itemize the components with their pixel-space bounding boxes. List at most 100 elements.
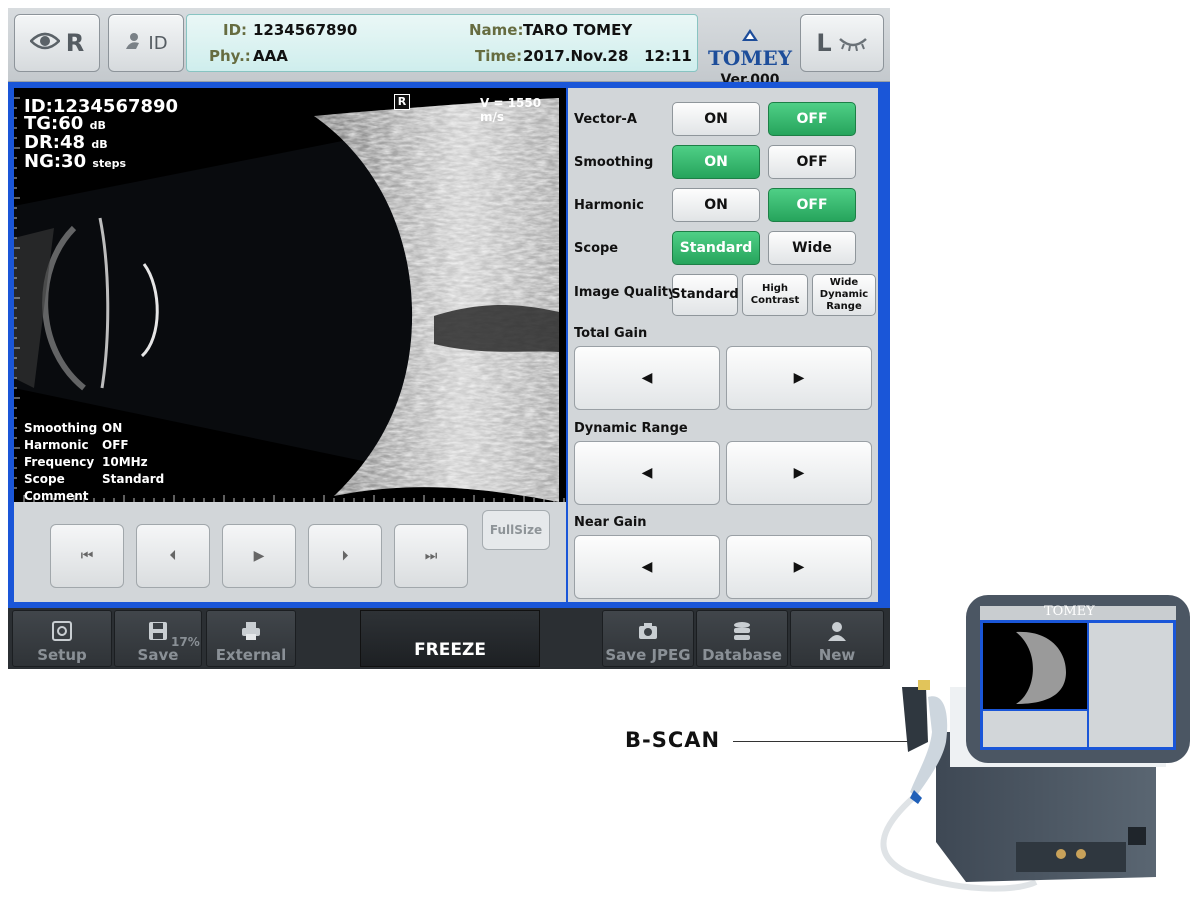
eye-marker: R — [394, 94, 410, 110]
step-forward-icon: ⏵ — [341, 548, 349, 564]
tg-label: TG: — [24, 113, 59, 134]
printer-icon — [242, 622, 260, 640]
left-eye-button[interactable]: L — [800, 14, 884, 72]
harmonic-off-button[interactable]: OFF — [768, 188, 856, 222]
dynamic-range-decrease-button[interactable]: ◀ — [574, 441, 720, 505]
right-eye-button[interactable]: R — [14, 14, 100, 72]
smoothing-on-button[interactable]: ON — [672, 145, 760, 179]
settings-row: Harmonic OFF — [24, 438, 129, 452]
time-label: Time: — [475, 47, 523, 65]
settings-row: Frequency 10MHz — [24, 455, 148, 469]
right-arrow-icon: ▶ — [793, 465, 805, 481]
camera-icon — [639, 623, 657, 639]
skip-to-start-button[interactable]: ⏮ — [50, 524, 124, 588]
total-gain-increase-button[interactable]: ▶ — [726, 346, 872, 410]
play-icon: ▶ — [253, 548, 265, 564]
step-back-button[interactable]: ⏴ — [136, 524, 210, 588]
step-forward-button[interactable]: ⏵ — [308, 524, 382, 588]
person-icon — [828, 622, 846, 641]
tg-unit: dB — [89, 119, 106, 132]
patient-id-button[interactable]: ID — [108, 14, 184, 72]
full-size-button[interactable]: FullSize — [482, 510, 550, 550]
scan-parameters: ID:1234567890 TG:60 dB DR:48 dB NG:30 st… — [24, 98, 178, 172]
ng-value: 30 — [61, 151, 87, 172]
dr-label: DR: — [24, 132, 60, 153]
gear-icon — [52, 621, 72, 641]
dr-unit: dB — [91, 138, 108, 151]
dynamic-range-increase-button[interactable]: ▶ — [726, 441, 872, 505]
eye-icon — [28, 29, 61, 57]
bottom-toolbar: Setup Save 17% External FREEZE Save JPEG… — [8, 608, 890, 669]
save-icon — [149, 622, 167, 640]
control-panel: Vector-A ON OFF Smoothing ON OFF Harmoni… — [568, 88, 878, 602]
setup-button[interactable]: Setup — [12, 610, 112, 667]
dr-value: 48 — [60, 132, 86, 153]
settings-row: Scope Standard — [24, 472, 165, 486]
bscan-callout-label: B-SCAN — [625, 728, 721, 752]
id-label: ID: — [223, 21, 248, 39]
vector-a-on-button[interactable]: ON — [672, 102, 760, 136]
id-value: 1234567890 — [253, 21, 358, 39]
left-eye-label: L — [816, 29, 832, 57]
left-arrow-icon: ◀ — [641, 559, 653, 575]
bscan-image: ID:1234567890 TG:60 dB DR:48 dB NG:30 st… — [14, 88, 566, 502]
scope-label: Scope — [574, 241, 619, 256]
near-gain-decrease-button[interactable]: ◀ — [574, 535, 720, 599]
vector-a-label: Vector-A — [574, 112, 637, 127]
scope-wide-button[interactable]: Wide — [768, 231, 856, 265]
time-value: 2017.Nov.28 12:11 — [523, 47, 692, 65]
skip-to-end-button[interactable]: ⏭ — [394, 524, 468, 588]
total-gain-label: Total Gain — [574, 326, 648, 341]
right-eye-label: R — [65, 29, 85, 57]
image-quality-label: Image Quality — [574, 285, 677, 300]
dynamic-range-label: Dynamic Range — [574, 421, 688, 436]
new-label: New — [818, 646, 856, 664]
playback-bar: ⏮ ⏴ ▶ ⏵ ⏭ FullSize — [14, 502, 566, 602]
total-gain-decrease-button[interactable]: ◀ — [574, 346, 720, 410]
save-jpeg-button[interactable]: Save JPEG — [602, 610, 694, 667]
name-label: Name: — [469, 21, 524, 39]
person-icon — [124, 32, 142, 55]
tg-value: 60 — [58, 113, 84, 134]
scope-standard-button[interactable]: Standard — [672, 231, 760, 265]
harmonic-on-button[interactable]: ON — [672, 188, 760, 222]
skip-to-start-icon: ⏮ — [80, 548, 94, 564]
settings-row: Smoothing ON — [24, 421, 123, 435]
ng-unit: steps — [92, 157, 127, 170]
database-icon — [734, 622, 750, 640]
iq-standard-button[interactable]: Standard — [671, 274, 739, 316]
device-brand-label: TOMEY — [1044, 604, 1095, 619]
freeze-button[interactable]: FREEZE — [360, 610, 540, 667]
external-button[interactable]: External — [206, 610, 296, 667]
smoothing-off-button[interactable]: OFF — [768, 145, 856, 179]
name-value: TARO TOMEY — [523, 21, 633, 39]
right-arrow-icon: ▶ — [793, 370, 805, 386]
device-photo: TOMEY — [866, 592, 1196, 897]
iq-wide-dynamic-range-button[interactable]: Wide Dynamic Range — [812, 274, 876, 316]
step-back-icon: ⏴ — [169, 548, 177, 564]
skip-to-end-icon: ⏭ — [424, 548, 438, 564]
sound-velocity: V = 1550 m/s — [480, 96, 542, 124]
near-gain-increase-button[interactable]: ▶ — [726, 535, 872, 599]
left-arrow-icon: ◀ — [641, 465, 653, 481]
settings-row: Comment — [24, 489, 89, 502]
vector-a-off-button[interactable]: OFF — [768, 102, 856, 136]
iq-high-contrast-button[interactable]: High Contrast — [742, 274, 808, 316]
play-button[interactable]: ▶ — [222, 524, 296, 588]
save-jpeg-label: Save JPEG — [605, 646, 691, 664]
external-label: External — [215, 646, 287, 664]
top-bar: R ID ID: 1234567890 Name: TARO TOMEY Phy… — [8, 8, 890, 88]
closed-eye-icon — [838, 29, 868, 57]
database-button[interactable]: Database — [696, 610, 788, 667]
save-progress: 17% — [171, 635, 200, 649]
figure: R ID ID: 1234567890 Name: TARO TOMEY Phy… — [0, 0, 1200, 900]
near-gain-label: Near Gain — [574, 515, 647, 530]
harmonic-label: Harmonic — [574, 198, 644, 213]
right-arrow-icon: ▶ — [793, 559, 805, 575]
device-screen: R ID ID: 1234567890 Name: TARO TOMEY Phy… — [8, 8, 890, 669]
ng-label: NG: — [24, 151, 62, 172]
phy-value: AAA — [253, 47, 288, 65]
save-button[interactable]: Save 17% — [114, 610, 202, 667]
scan-settings-list: Smoothing ON Harmonic OFF Frequency 10MHz S… — [24, 420, 164, 502]
database-label: Database — [702, 646, 782, 664]
